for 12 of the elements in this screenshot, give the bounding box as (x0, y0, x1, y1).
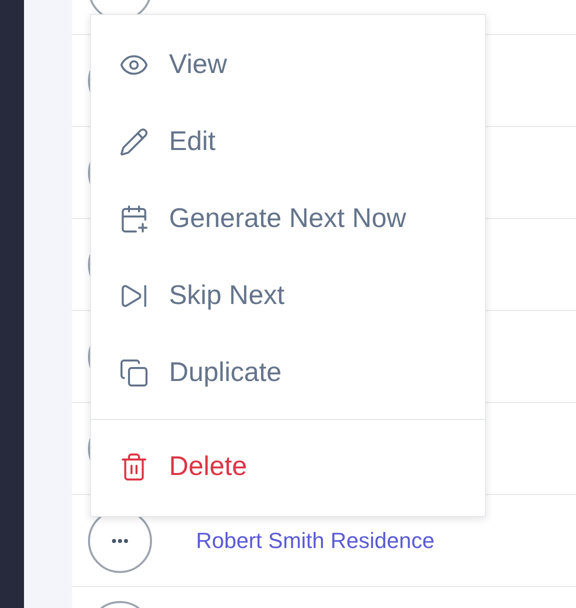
calendar-plus-icon (119, 204, 149, 234)
menu-item[interactable]: Skip Next (91, 257, 485, 334)
ellipsis-icon (112, 538, 128, 542)
menu-item[interactable]: Edit (91, 103, 485, 180)
menu-item[interactable]: Delete (91, 428, 485, 505)
trash-icon (119, 452, 149, 482)
copy-icon (119, 358, 149, 388)
menu-item[interactable]: View (91, 26, 485, 103)
residence-link[interactable]: Robert Smith Residence (196, 524, 434, 557)
menu-item[interactable]: Generate Next Now (91, 180, 485, 257)
pencil-icon (119, 126, 149, 156)
menu-item[interactable]: Duplicate (91, 334, 485, 411)
